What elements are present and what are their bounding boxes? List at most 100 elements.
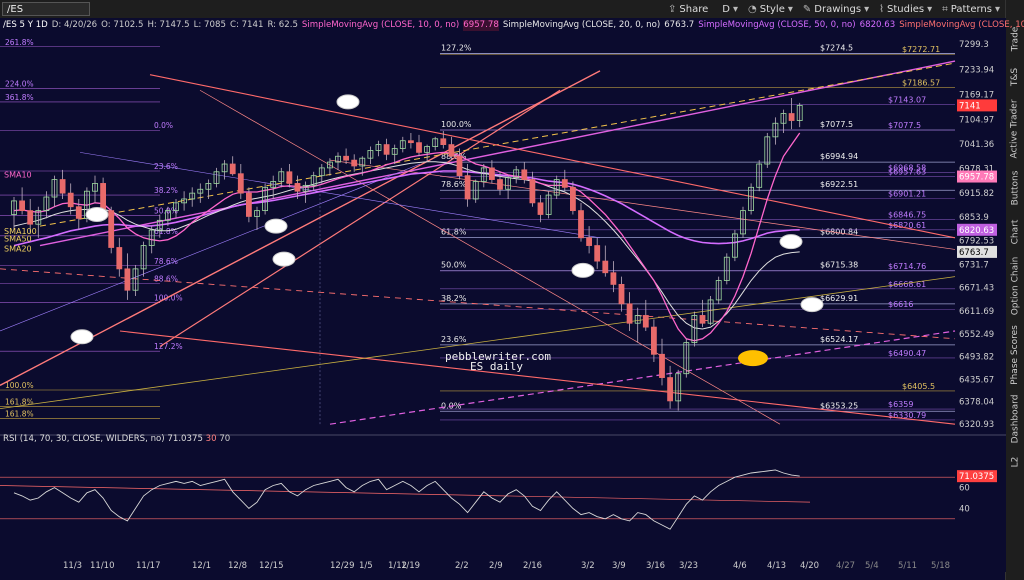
fib-price-label: $7274.5 xyxy=(820,44,853,53)
candle-body xyxy=(116,247,123,270)
candle-body xyxy=(464,175,471,200)
y-tick-label: 6671.43 xyxy=(959,284,994,294)
sma-label: SMA50 xyxy=(4,235,32,244)
symbol-input[interactable] xyxy=(2,2,90,16)
bar-open: O: 7102.5 xyxy=(101,20,144,30)
marker-ellipse xyxy=(571,262,595,278)
fib-ext-label: $6616 xyxy=(888,300,913,309)
side-tab-phase-scores[interactable]: Phase Scores xyxy=(1007,324,1023,386)
x-tick-label: 4/13 xyxy=(767,561,786,571)
marker-ellipse xyxy=(85,206,109,222)
y-tick-label: 7299.3 xyxy=(959,40,989,50)
side-tab-dashboard[interactable]: Dashboard xyxy=(1007,394,1023,444)
price-tag-label: 6763.7 xyxy=(959,248,989,258)
bar-range: R: 62.5 xyxy=(267,20,298,30)
x-tick-label: 4/20 xyxy=(800,561,819,571)
y-tick-label: 6493.82 xyxy=(959,353,994,363)
x-tick-label: 12/15 xyxy=(259,561,284,571)
x-tick-label: 4/27 xyxy=(836,561,855,571)
candle-body xyxy=(497,179,503,190)
symbol-period: /ES 5 Y 1D xyxy=(3,20,48,30)
candle-body xyxy=(416,142,422,153)
candle-body xyxy=(570,186,576,212)
y-tick-label: 6552.49 xyxy=(959,330,994,340)
candle-body xyxy=(108,210,115,248)
chevron-down-icon: ▾ xyxy=(864,3,870,15)
candle-body xyxy=(586,237,592,246)
x-tick-label: 12/8 xyxy=(228,561,247,571)
candle-body xyxy=(351,159,358,167)
top-toolbar: ⇪Share D▾ ◔Style▾ ✎Drawings▾ ⌇Studies▾ ⌗… xyxy=(0,0,1006,19)
left-fib-label: 361.8% xyxy=(5,93,34,102)
price-tag-label: 6820.63 xyxy=(959,226,994,236)
side-tab-active-trader[interactable]: Active Trader xyxy=(1007,98,1023,160)
left-fib-label: 224.0% xyxy=(5,79,34,88)
sma-label: SMA20 xyxy=(4,244,32,253)
drawings-button[interactable]: ✎ Drawings ▾ xyxy=(803,4,869,15)
fib-ext-label: $6490.47 xyxy=(888,349,926,358)
style-button[interactable]: ◔ Style ▾ xyxy=(748,4,793,15)
aggregation-button[interactable]: D ▾ xyxy=(722,4,738,15)
pencil-icon: ✎ xyxy=(802,3,812,15)
x-tick-label: 1/19 xyxy=(401,561,420,571)
candle-body xyxy=(343,155,350,161)
candle-body xyxy=(626,303,633,324)
side-tab-option-chain[interactable]: Option Chain xyxy=(1007,256,1023,316)
candle-body xyxy=(651,326,657,355)
fib-pct-label: 78.6% xyxy=(441,180,467,189)
candle-body xyxy=(642,315,649,328)
candle-body xyxy=(699,315,706,324)
marker-ellipse xyxy=(70,329,94,345)
side-tab-ts[interactable]: T&S xyxy=(1007,62,1023,92)
candle-body xyxy=(237,173,244,194)
y-tick-label: 6915.82 xyxy=(959,189,994,199)
sma50-label: SimpleMovingAvg (CLOSE, 50, 0, no) xyxy=(698,20,856,30)
fib-price-label: $6524.17 xyxy=(820,335,858,344)
sma50-value: 6820.63 xyxy=(859,20,896,30)
price-chart[interactable]: 7299.37233.947169.177104.977041.366978.3… xyxy=(0,18,1006,572)
patterns-button[interactable]: ⌗ Patterns ▾ xyxy=(942,4,1000,15)
studies-icon: ⌇ xyxy=(879,3,884,15)
fib-pct-label: 100.0% xyxy=(441,120,472,129)
fib-ext-label: $6359 xyxy=(888,400,913,409)
candle-body xyxy=(618,283,625,305)
studies-button[interactable]: ⌇ Studies ▾ xyxy=(879,4,932,15)
left-fib-label: 261.8% xyxy=(5,38,34,47)
rsi-ob: 30 xyxy=(205,434,217,444)
candle-body xyxy=(100,183,106,212)
y-tick-label: 6435.67 xyxy=(959,375,994,385)
candle-body xyxy=(383,144,390,155)
candle-body xyxy=(610,272,617,285)
style-icon: ◔ xyxy=(748,3,757,15)
share-button[interactable]: ⇪ Share xyxy=(668,4,708,15)
x-tick-label: 4/6 xyxy=(733,561,747,571)
candle-body xyxy=(529,179,536,204)
candle-body xyxy=(667,377,673,402)
y-tick-label: 6731.7 xyxy=(959,260,989,270)
bar-high: H: 7147.5 xyxy=(147,20,190,30)
candle-body xyxy=(75,206,82,219)
left-fib-label: 100.0% xyxy=(5,381,34,390)
candle-body xyxy=(19,200,26,212)
candle-body xyxy=(67,192,74,208)
rsi-tick-label: 60 xyxy=(959,484,970,494)
marker-ellipse xyxy=(264,218,288,234)
sma10-label: SimpleMovingAvg (CLOSE, 10, 0, no) xyxy=(301,20,460,30)
candle-body xyxy=(229,163,236,175)
bar-date: D: 4/20/26 xyxy=(51,20,98,30)
fib-pct-label: 38.2% xyxy=(441,294,467,303)
side-tab-buttons[interactable]: Buttons xyxy=(1007,168,1023,208)
y-tick-label: 6378.04 xyxy=(959,398,994,408)
chevron-down-icon: ▾ xyxy=(787,3,793,15)
fib-ext-label: $7186.57 xyxy=(902,79,940,88)
candle-body xyxy=(659,353,665,378)
chevron-down-icon: ▾ xyxy=(732,3,738,15)
candle-body xyxy=(561,179,568,188)
bar-close: C: 7141 xyxy=(229,20,264,30)
x-tick-label: 11/17 xyxy=(136,561,161,571)
candle-body xyxy=(488,167,495,180)
y-tick-label: 6320.93 xyxy=(959,420,994,430)
side-tab-chart[interactable]: Chart xyxy=(1007,214,1023,250)
marker-ellipse xyxy=(336,94,360,110)
side-tab-l2[interactable]: L2 xyxy=(1007,450,1023,474)
